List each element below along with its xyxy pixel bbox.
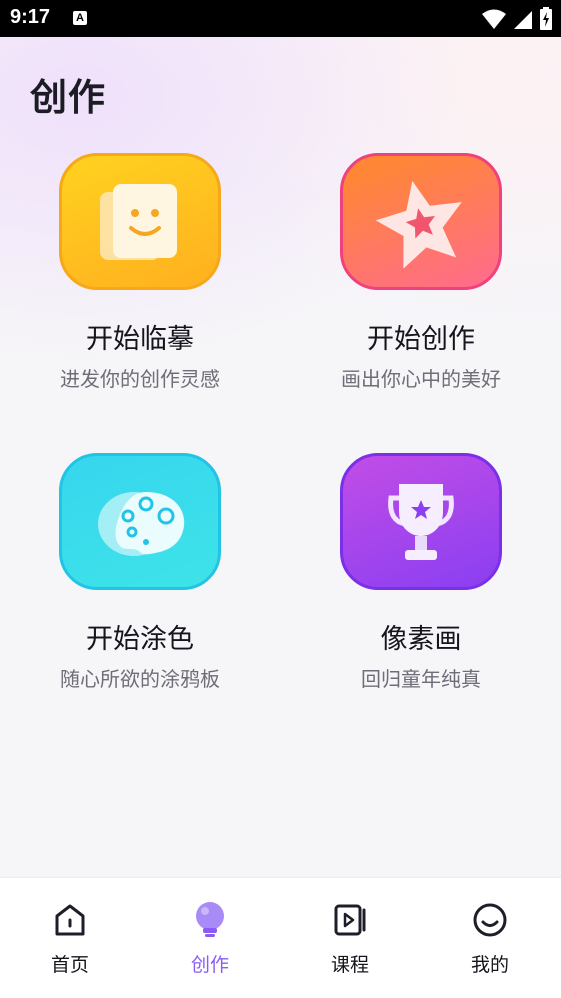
nav-item-courses[interactable]: 课程 xyxy=(280,878,420,998)
home-icon xyxy=(55,904,85,936)
card-icon-container xyxy=(59,453,221,590)
card-subtitle: 回归童年纯真 xyxy=(361,667,481,691)
card-title: 开始临摹 xyxy=(86,324,194,355)
palette-icon xyxy=(98,492,185,556)
battery-icon xyxy=(540,7,552,30)
star-icon xyxy=(375,180,462,269)
trophy-icon xyxy=(388,484,454,560)
video-icon xyxy=(334,904,366,936)
card-copy-drawing[interactable]: 开始临摹 进发你的创作灵感 xyxy=(30,153,250,413)
nav-label: 课程 xyxy=(330,954,369,976)
card-subtitle: 随心所欲的涂鸦板 xyxy=(60,667,220,691)
nav-label: 我的 xyxy=(470,954,509,976)
card-title: 开始创作 xyxy=(367,324,475,355)
notification-a-icon: A xyxy=(73,11,87,25)
bottom-nav: 首页 创作 课程 我的 xyxy=(0,877,561,998)
bulb-icon xyxy=(196,902,224,937)
card-start-coloring[interactable]: 开始涂色 随心所欲的涂鸦板 xyxy=(30,453,250,713)
status-time: 9:17 xyxy=(10,6,51,28)
nav-label: 创作 xyxy=(190,954,229,976)
smiley-card-icon xyxy=(100,184,177,260)
card-title: 开始涂色 xyxy=(86,624,194,655)
card-subtitle: 进发你的创作灵感 xyxy=(60,367,220,391)
nav-item-mine[interactable]: 我的 xyxy=(420,878,560,998)
card-icon-container xyxy=(59,153,221,290)
page-title: 创作 xyxy=(30,76,106,119)
nav-item-create[interactable]: 创作 xyxy=(140,878,280,998)
nav-item-home[interactable]: 首页 xyxy=(0,878,140,998)
card-pixel-art[interactable]: 像素画 回归童年纯真 xyxy=(311,453,531,713)
status-icons xyxy=(481,7,553,31)
smile-face-icon xyxy=(473,903,507,937)
card-start-creating[interactable]: 开始创作 画出你心中的美好 xyxy=(311,153,531,413)
card-subtitle: 画出你心中的美好 xyxy=(341,367,501,391)
card-title: 像素画 xyxy=(380,624,462,655)
status-bar: 9:17 A xyxy=(0,0,561,37)
card-icon-container xyxy=(340,453,502,590)
main-content: 创作 开始临摹 进发你的创作灵感 开始创作 画出你心中的美好 开始涂色 随心所欲… xyxy=(0,37,561,877)
card-icon-container xyxy=(340,153,502,290)
signal-icon xyxy=(513,11,532,29)
wifi-icon xyxy=(481,9,506,29)
nav-label: 首页 xyxy=(50,954,89,976)
